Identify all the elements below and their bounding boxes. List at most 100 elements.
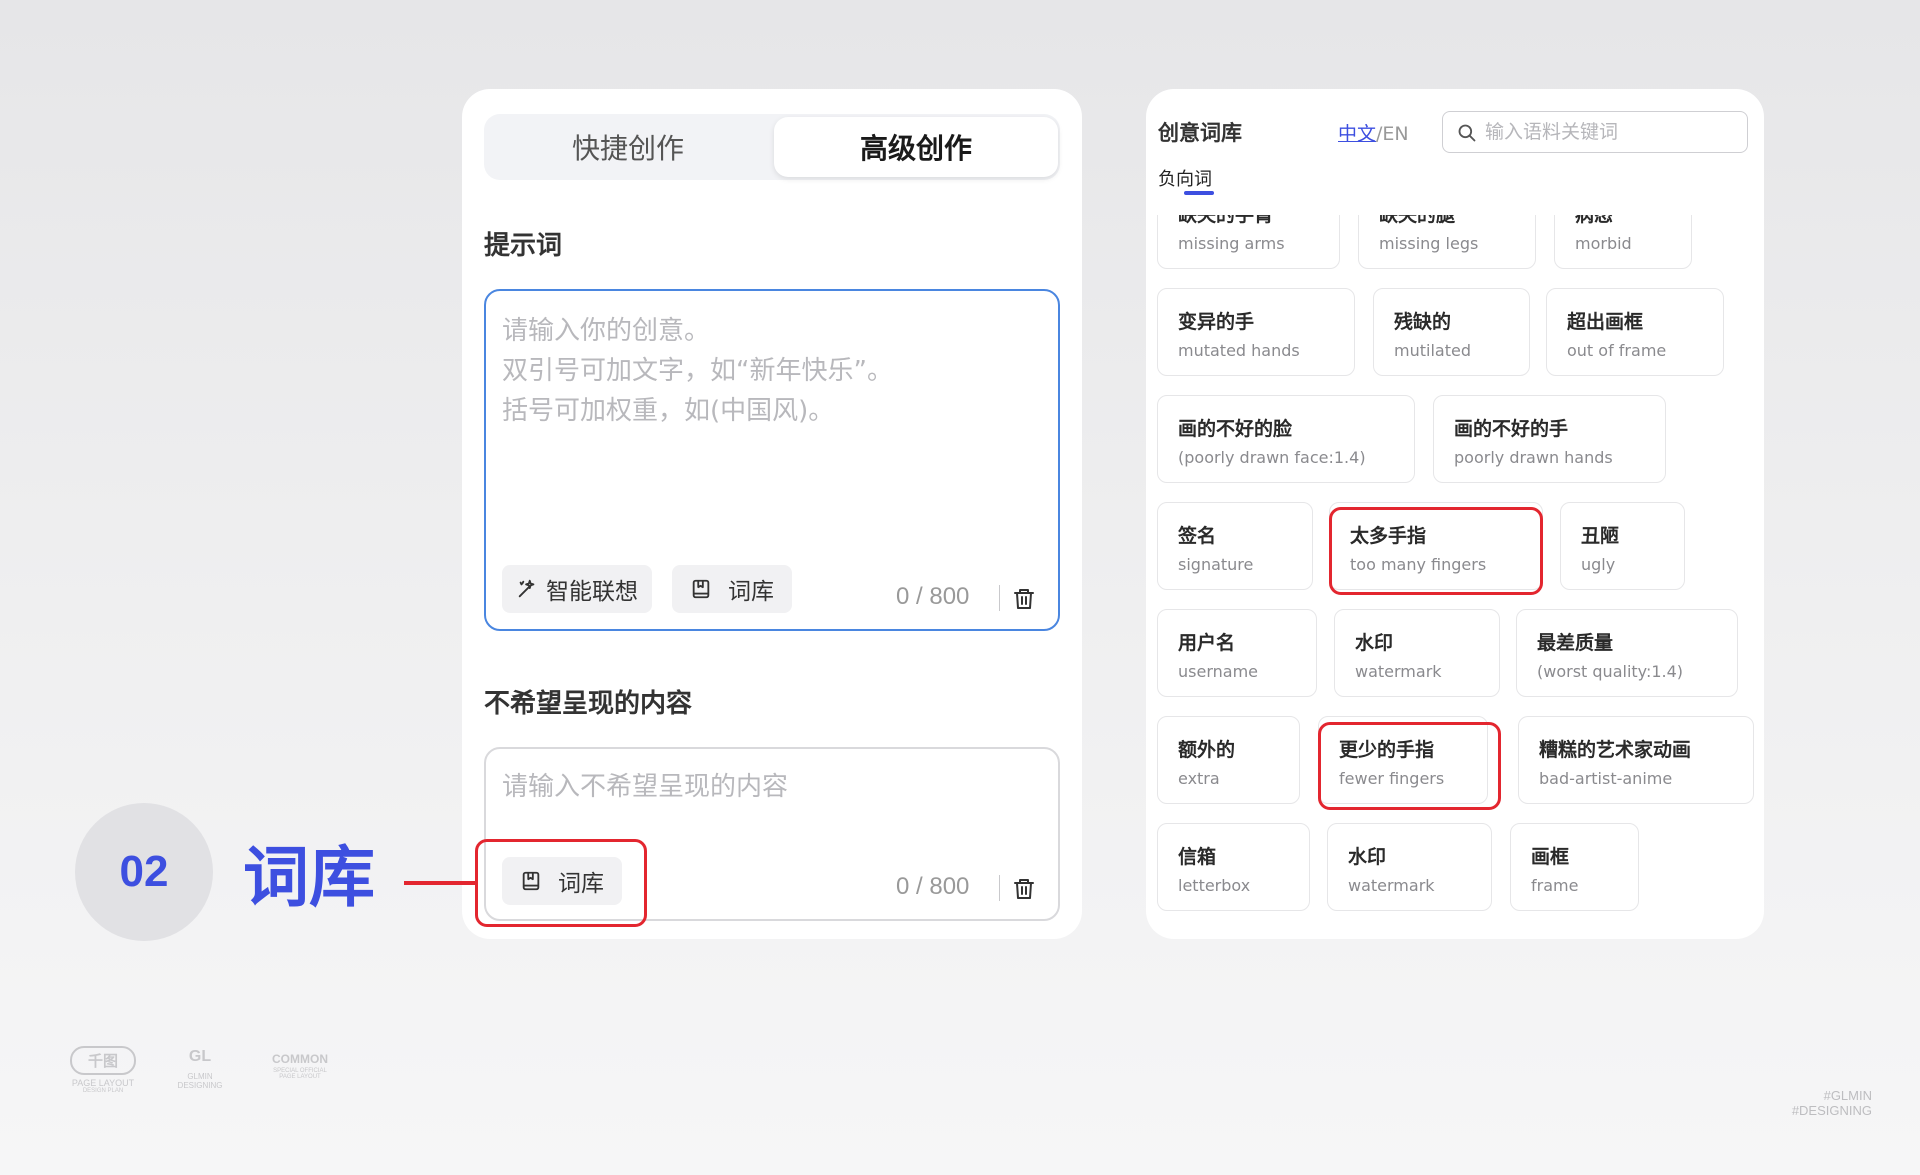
logo-text: GLMIN: [187, 1072, 213, 1081]
prompt-char-counter: 0 / 800: [896, 583, 970, 610]
word-card[interactable]: 残缺的 mutilated: [1373, 288, 1530, 376]
negative-title: 不希望呈现的内容: [484, 689, 693, 719]
word-card[interactable]: 画的不好的手 poorly drawn hands: [1433, 395, 1666, 483]
word-zh: 更少的手指: [1339, 739, 1435, 761]
word-en: missing arms: [1178, 234, 1285, 253]
word-en: fewer fingers: [1339, 769, 1445, 788]
tab-negative-words[interactable]: 负向词: [1158, 165, 1212, 191]
word-zh: 画框: [1531, 846, 1570, 868]
word-card[interactable]: 丑陋 ugly: [1560, 502, 1685, 590]
trash-icon[interactable]: [1012, 877, 1036, 901]
negative-input[interactable]: 请输入不希望呈现的内容 词库 0 / 800: [484, 747, 1060, 921]
word-en: too many fingers: [1350, 555, 1487, 574]
word-en: morbid: [1575, 234, 1632, 253]
word-en: mutated hands: [1178, 341, 1300, 360]
search-icon: [1458, 124, 1476, 142]
prompt-library-button[interactable]: 词库: [672, 565, 792, 613]
divider: [999, 875, 1000, 901]
trash-icon[interactable]: [1012, 587, 1036, 611]
word-card[interactable]: 超出画框 out of frame: [1546, 288, 1724, 376]
word-card[interactable]: 画的不好的脸 (poorly drawn face:1.4): [1157, 395, 1415, 483]
library-title: 创意词库: [1158, 121, 1242, 145]
corner-tag: #GLMIN #DESIGNING: [1792, 1088, 1872, 1118]
tab-advanced-create[interactable]: 高级创作: [774, 117, 1058, 177]
search-input[interactable]: [1485, 118, 1735, 146]
word-card[interactable]: 签名 signature: [1157, 502, 1313, 590]
word-card[interactable]: 糟糕的艺术家动画 bad-artist-anime: [1518, 716, 1754, 804]
negative-library-label: 词库: [558, 871, 604, 897]
word-card[interactable]: 病态 morbid: [1554, 215, 1692, 269]
logo-subtext: DESIGNING: [177, 1081, 223, 1090]
word-card[interactable]: 缺失的腿 missing legs: [1358, 215, 1536, 269]
annotation-connector: [404, 881, 476, 885]
corner-tag-line: #GLMIN: [1823, 1088, 1872, 1103]
word-zh: 画的不好的脸: [1178, 418, 1293, 440]
word-card[interactable]: 水印 watermark: [1334, 609, 1500, 697]
word-zh: 缺失的手臂: [1178, 215, 1274, 226]
logo-subtext: DESIGN PLAN: [82, 1088, 124, 1094]
word-en: watermark: [1348, 876, 1435, 895]
word-card[interactable]: 变异的手 mutated hands: [1157, 288, 1355, 376]
word-zh: 用户名: [1178, 632, 1236, 654]
book-icon: [692, 579, 710, 599]
lang-zh-option[interactable]: 中文: [1338, 123, 1376, 145]
negative-library-button[interactable]: 词库: [502, 857, 622, 905]
word-zh: 画的不好的手: [1454, 418, 1569, 440]
creative-library-panel: 创意词库 中文/EN 负向词 缺失的手臂 missing arms 缺失的腿 m…: [1146, 89, 1764, 939]
word-en: bad-artist-anime: [1539, 769, 1673, 788]
word-en: signature: [1178, 555, 1254, 574]
word-zh: 信箱: [1178, 846, 1217, 868]
word-card[interactable]: 用户名 username: [1157, 609, 1317, 697]
word-zh: 水印: [1355, 632, 1394, 654]
logo-text: PAGE LAYOUT: [71, 1078, 135, 1088]
word-zh: 残缺的: [1394, 311, 1452, 333]
mode-tabs: 快捷创作 高级创作: [484, 114, 1060, 180]
footer-logo-common: COMMON SPECIAL OFFICIAL PAGE LAYOUT: [262, 1052, 338, 1080]
word-en: username: [1178, 662, 1258, 681]
step-label: 词库: [243, 839, 375, 916]
prompt-input[interactable]: 请输入你的创意。 双引号可加文字，如“新年快乐”。 括号可加权重，如(中国风)。…: [484, 289, 1060, 631]
word-zh: 丑陋: [1581, 525, 1620, 547]
word-zh: 糟糕的艺术家动画: [1539, 739, 1692, 761]
word-zh: 变异的手: [1178, 311, 1255, 333]
footer-logo-page-layout: 千图 PAGE LAYOUT DESIGN PLAN: [70, 1046, 136, 1094]
word-en: frame: [1531, 876, 1579, 895]
word-en: out of frame: [1567, 341, 1667, 360]
prompt-library-label: 词库: [728, 579, 774, 605]
logo-mark: COMMON: [272, 1052, 328, 1066]
word-card[interactable]: 更少的手指 fewer fingers: [1318, 716, 1488, 804]
word-card[interactable]: 太多手指 too many fingers: [1329, 502, 1543, 590]
active-tab-indicator: [1184, 191, 1214, 195]
word-zh: 太多手指: [1350, 525, 1427, 547]
book-icon: [522, 871, 540, 891]
smart-suggest-button[interactable]: 智能联想: [502, 565, 652, 613]
smart-suggest-label: 智能联想: [546, 579, 638, 605]
word-zh: 额外的: [1178, 739, 1236, 761]
word-card[interactable]: 画框 frame: [1510, 823, 1639, 911]
word-card[interactable]: 最差质量 (worst quality:1.4): [1516, 609, 1738, 697]
word-card[interactable]: 缺失的手臂 missing arms: [1157, 215, 1340, 269]
prompt-placeholder: 请输入你的创意。 双引号可加文字，如“新年快乐”。 括号可加权重，如(中国风)。: [502, 316, 893, 426]
word-card[interactable]: 水印 watermark: [1327, 823, 1492, 911]
keyword-search[interactable]: [1442, 111, 1748, 153]
word-en: (poorly drawn face:1.4): [1178, 448, 1366, 467]
word-en: ugly: [1581, 555, 1616, 574]
word-zh: 缺失的腿: [1379, 215, 1456, 226]
magic-wand-icon: [518, 579, 535, 598]
logo-subtext: PAGE LAYOUT: [279, 1074, 321, 1080]
word-en: watermark: [1355, 662, 1442, 681]
word-card-grid: 缺失的手臂 missing arms 缺失的腿 missing legs 病态 …: [1146, 215, 1764, 939]
word-en: mutilated: [1394, 341, 1471, 360]
lang-en-option[interactable]: EN: [1382, 123, 1408, 145]
word-zh: 病态: [1575, 215, 1614, 226]
footer-logo-glmin: GL GLMIN DESIGNING: [172, 1048, 228, 1090]
word-zh: 签名: [1178, 525, 1217, 547]
word-card[interactable]: 信箱 letterbox: [1157, 823, 1310, 911]
word-en: letterbox: [1178, 876, 1251, 895]
logo-mark: GL: [188, 1048, 212, 1065]
negative-placeholder: 请输入不希望呈现的内容: [502, 772, 789, 802]
tab-quick-create[interactable]: 快捷创作: [484, 114, 772, 180]
divider: [999, 585, 1000, 611]
word-card[interactable]: 额外的 extra: [1157, 716, 1300, 804]
step-number-badge: 02: [75, 803, 213, 941]
